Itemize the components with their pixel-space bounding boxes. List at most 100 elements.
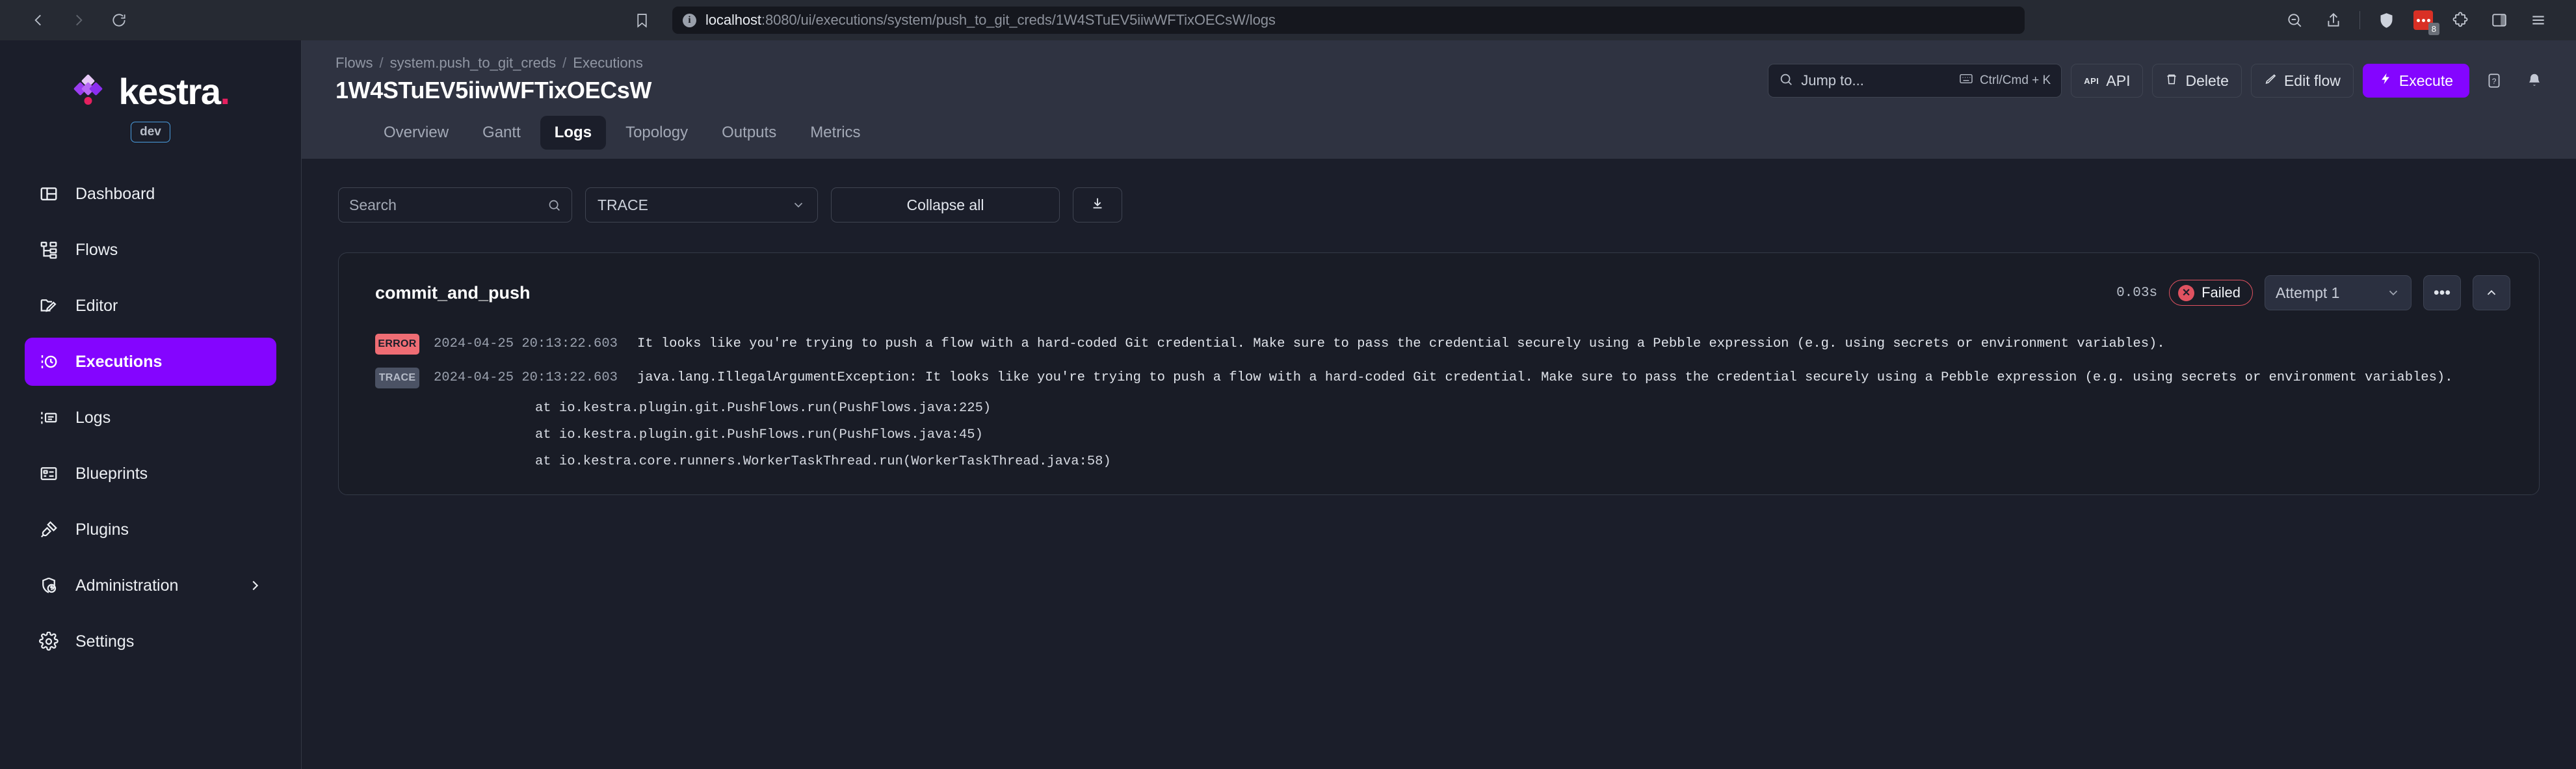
browser-toolbar: i localhost:8080/ui/executions/system/pu… [0, 0, 2576, 40]
tab-topology[interactable]: Topology [611, 116, 702, 150]
logs-toolbar: Search TRACE Collapse all [338, 187, 2540, 223]
sidebar-item-plugins[interactable]: Plugins [25, 506, 276, 554]
share-icon[interactable] [2314, 0, 2353, 40]
sidebar-item-administration[interactable]: Administration [25, 561, 276, 610]
svg-text:?: ? [2492, 77, 2497, 86]
url-text: localhost:8080/ui/executions/system/push… [705, 12, 1276, 29]
error-x-icon: ✕ [2178, 285, 2194, 301]
browser-right-controls: 8 [2275, 0, 2558, 40]
plugins-icon [39, 520, 59, 539]
puzzle-extension-icon[interactable] [2441, 0, 2480, 40]
sidebar-item-editor[interactable]: Editor [25, 282, 276, 330]
chevron-up-icon [2484, 286, 2499, 300]
blueprints-icon [39, 464, 59, 483]
shield-icon[interactable] [2367, 0, 2406, 40]
sidebar-item-label: Administration [75, 576, 178, 595]
search-icon [547, 198, 561, 212]
flows-icon [39, 240, 59, 260]
log-card-header-actions: 0.03s ✕ Failed Attempt 1 ••• [2116, 275, 2510, 310]
execution-tabs: Overview Gantt Logs Topology Outputs Met… [335, 104, 2550, 159]
bookmark-icon[interactable] [622, 0, 662, 40]
log-lines: ERROR 2024-04-25 20:13:22.603 It looks l… [339, 327, 2539, 475]
attempt-select[interactable]: Attempt 1 [2265, 275, 2412, 310]
sidebar-item-flows[interactable]: Flows [25, 226, 276, 274]
chevron-down-icon [2386, 286, 2400, 300]
tab-logs[interactable]: Logs [540, 116, 606, 150]
help-question-icon[interactable]: ? [2478, 64, 2510, 98]
search-placeholder: Search [349, 196, 397, 214]
forward-button[interactable] [59, 0, 99, 40]
execute-button[interactable]: Execute [2363, 64, 2469, 98]
log-level-badge: TRACE [375, 368, 419, 388]
header-actions: Jump to... Ctrl/Cmd + K API API [1768, 55, 2550, 98]
hamburger-menu-icon[interactable] [2519, 0, 2558, 40]
api-button[interactable]: API API [2071, 64, 2143, 98]
env-badge-row: dev [0, 122, 301, 142]
download-icon [1090, 196, 1105, 214]
sidebar-item-label: Dashboard [75, 185, 155, 204]
sidebar-item-settings[interactable]: Settings [25, 617, 276, 666]
sidebar-item-executions[interactable]: Executions [25, 338, 276, 386]
attempt-select-value: Attempt 1 [2276, 284, 2339, 302]
jump-to-search[interactable]: Jump to... Ctrl/Cmd + K [1768, 64, 2062, 98]
log-level-value: TRACE [598, 196, 648, 214]
chevron-down-icon [791, 198, 806, 212]
jump-to-shortcut-label: Ctrl/Cmd + K [1980, 74, 2051, 88]
logs-icon [39, 408, 59, 427]
search-icon [1779, 72, 1793, 90]
sidebar-item-label: Logs [75, 409, 111, 427]
tab-metrics[interactable]: Metrics [796, 116, 874, 150]
download-logs-button[interactable] [1073, 187, 1122, 223]
address-bar[interactable]: i localhost:8080/ui/executions/system/pu… [672, 7, 2025, 34]
extension-badge[interactable]: 8 [2406, 0, 2441, 40]
breadcrumb-separator: / [562, 55, 566, 72]
breadcrumb-item-flows[interactable]: Flows [335, 55, 373, 72]
kestra-logo[interactable]: kestra. [0, 59, 301, 115]
log-level-select[interactable]: TRACE [585, 187, 818, 223]
task-duration: 0.03s [2116, 286, 2157, 301]
log-card: commit_and_push 0.03s ✕ Failed Attempt 1 [338, 252, 2540, 495]
breadcrumb-item-flow[interactable]: system.push_to_git_creds [390, 55, 557, 72]
sidebar-nav: Dashboard Flows Editor Executions [0, 170, 301, 673]
administration-icon [39, 576, 59, 595]
log-timestamp: 2024-04-25 20:13:22.603 [434, 334, 618, 355]
log-line[interactable]: ERROR 2024-04-25 20:13:22.603 It looks l… [375, 327, 2503, 361]
search-input[interactable]: Search [338, 187, 572, 223]
sidebar-item-dashboard[interactable]: Dashboard [25, 170, 276, 218]
toggle-sidebar-icon[interactable] [2480, 0, 2519, 40]
reload-button[interactable] [99, 0, 139, 40]
executions-icon [39, 352, 59, 371]
sidebar-item-logs[interactable]: Logs [25, 394, 276, 442]
edit-flow-button[interactable]: Edit flow [2251, 64, 2354, 98]
status-badge: ✕ Failed [2169, 280, 2253, 306]
app-shell: kestra. dev Dashboard Flows [0, 40, 2576, 769]
stack-trace-line: at io.kestra.core.runners.WorkerTaskThre… [375, 448, 2503, 475]
main-area: Flows / system.push_to_git_creds / Execu… [302, 40, 2576, 769]
zoom-out-icon[interactable] [2275, 0, 2314, 40]
collapse-all-button[interactable]: Collapse all [831, 187, 1060, 223]
collapse-task-button[interactable] [2473, 275, 2510, 310]
log-level-badge: ERROR [375, 334, 419, 355]
log-line[interactable]: TRACE 2024-04-25 20:13:22.603 java.lang.… [375, 361, 2503, 395]
site-info-icon[interactable]: i [683, 14, 696, 27]
delete-button[interactable]: Delete [2152, 64, 2241, 98]
url-host: localhost [705, 12, 761, 28]
lightning-bolt-icon [2379, 72, 2392, 90]
page-header: Flows / system.push_to_git_creds / Execu… [302, 40, 2576, 159]
jump-to-shortcut: Ctrl/Cmd + K [1959, 73, 2051, 88]
tab-gantt[interactable]: Gantt [468, 116, 535, 150]
breadcrumb-separator: / [379, 55, 383, 72]
tab-overview[interactable]: Overview [369, 116, 463, 150]
sidebar-item-label: Flows [75, 241, 118, 260]
sidebar-item-label: Editor [75, 297, 118, 316]
more-options-button[interactable]: ••• [2423, 275, 2461, 310]
sidebar-item-blueprints[interactable]: Blueprints [25, 450, 276, 498]
notification-bell-icon[interactable] [2519, 64, 2550, 98]
breadcrumb-item-executions[interactable]: Executions [573, 55, 643, 72]
kestra-logo-mark [72, 74, 108, 110]
page-title: 1W4STuEV5iiwWFTixOECsW [335, 77, 651, 104]
api-icon: API [2084, 76, 2099, 86]
tab-outputs[interactable]: Outputs [707, 116, 791, 150]
breadcrumb: Flows / system.push_to_git_creds / Execu… [335, 55, 651, 72]
back-button[interactable] [18, 0, 59, 40]
